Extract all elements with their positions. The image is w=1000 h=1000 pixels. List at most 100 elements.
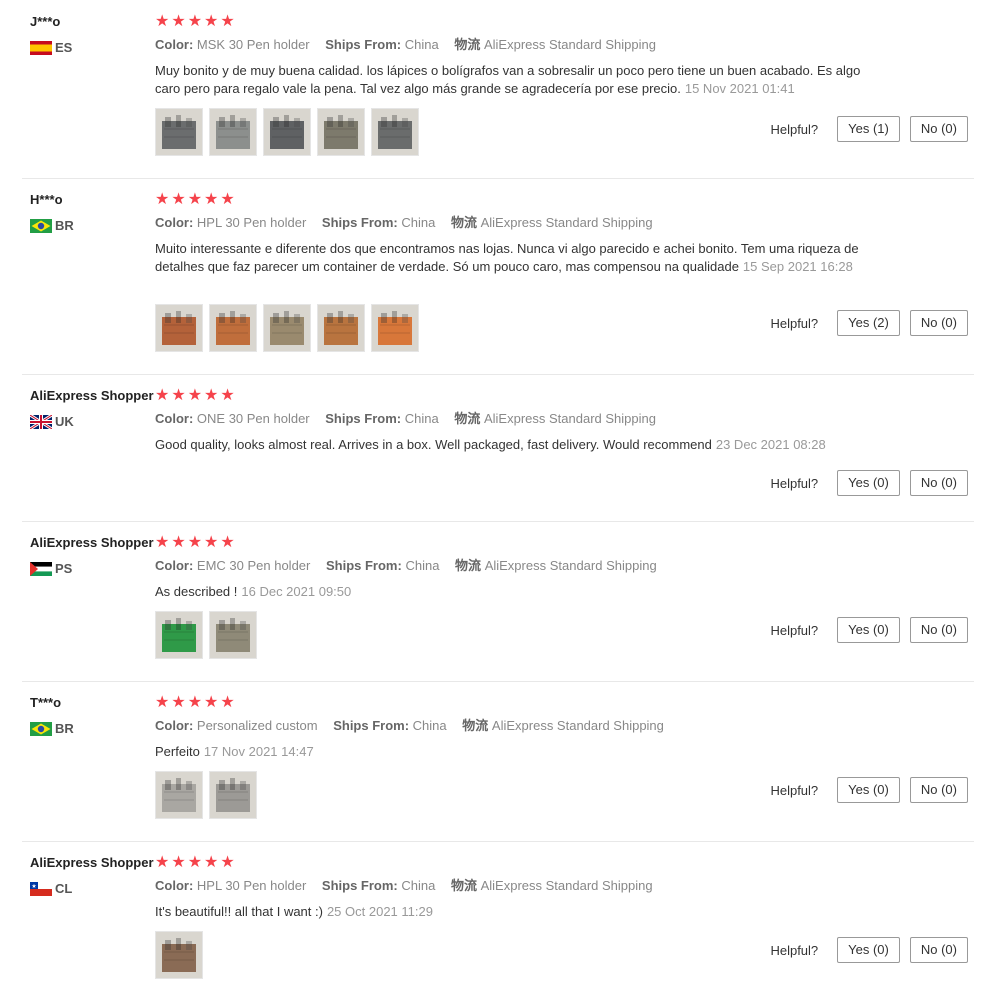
reviewer-name: AliExpress Shopper — [30, 855, 154, 870]
color-label: Color: — [155, 718, 194, 733]
helpful-no-button[interactable]: No (0) — [909, 310, 968, 336]
helpful-yes-button[interactable]: Yes (2) — [837, 310, 900, 336]
review-photo[interactable] — [317, 304, 365, 352]
color-value: HPL 30 Pen holder — [196, 878, 307, 893]
helpful-yes-button[interactable]: Yes (0) — [837, 937, 900, 963]
country-flag-icon — [30, 561, 52, 576]
shipping-value: AliExpress Standard Shipping — [480, 215, 653, 230]
review-meta: Color: HPL 30 Pen holder Ships From: Chi… — [155, 215, 974, 231]
ships-from-value: China — [404, 37, 439, 52]
review-body: As described ! — [155, 584, 238, 599]
review-user: H***o BR — [30, 192, 155, 233]
helpful-vote: Helpful? Yes (0) No (0) — [770, 470, 968, 496]
color-value: HPL 30 Pen holder — [196, 215, 307, 230]
shipping-value: AliExpress Standard Shipping — [491, 718, 664, 733]
shipping-value: AliExpress Standard Shipping — [480, 878, 653, 893]
color-label: Color: — [155, 878, 194, 893]
country-flag-icon — [30, 881, 52, 896]
shipping-label: 物流 — [455, 558, 482, 573]
country-code: BR — [55, 218, 74, 233]
country-code: CL — [55, 881, 73, 896]
ships-from-label: Ships From: — [325, 411, 402, 426]
shipping-value: AliExpress Standard Shipping — [483, 411, 656, 426]
review-feedback: ★★★★★ Color: HPL 30 Pen holder Ships Fro… — [155, 191, 974, 352]
helpful-yes-button[interactable]: Yes (0) — [837, 777, 900, 803]
color-value: Personalized custom — [196, 718, 318, 733]
helpful-vote: Helpful? Yes (0) No (0) — [770, 617, 968, 643]
review-date: 25 Oct 2021 11:29 — [326, 904, 433, 919]
helpful-yes-button[interactable]: Yes (0) — [837, 617, 900, 643]
helpful-no-button[interactable]: No (0) — [909, 937, 968, 963]
ships-from-value: China — [412, 718, 447, 733]
star-rating: ★★★★★ — [155, 13, 237, 30]
review-photo[interactable] — [263, 108, 311, 156]
shipping-label: 物流 — [450, 878, 477, 893]
helpful-label: Helpful? — [770, 622, 819, 638]
reviewer-country: UK — [30, 414, 155, 429]
review-photo[interactable] — [155, 771, 203, 819]
reviewer-country: BR — [30, 218, 155, 233]
review-date: 16 Dec 2021 09:50 — [241, 584, 352, 599]
color-label: Color: — [155, 411, 194, 426]
review-user: AliExpress Shopper UK — [30, 388, 155, 429]
review-text: Perfeito 17 Nov 2021 14:47 — [155, 743, 875, 761]
review-photo[interactable] — [155, 611, 203, 659]
country-code: BR — [55, 721, 74, 736]
review-meta: Color: HPL 30 Pen holder Ships From: Chi… — [155, 878, 974, 894]
country-code: PS — [55, 561, 73, 576]
review-photos — [155, 771, 257, 819]
review-text: Good quality, looks almost real. Arrives… — [155, 436, 875, 454]
shipping-label: 物流 — [454, 37, 481, 52]
review-feedback: ★★★★★ Color: Personalized custom Ships F… — [155, 695, 974, 819]
review-photo[interactable] — [209, 304, 257, 352]
ships-from-value: China — [405, 558, 440, 573]
review-body: It's beautiful!! all that I want :) — [155, 904, 323, 919]
review-photo[interactable] — [155, 931, 203, 979]
review-photo[interactable] — [155, 108, 203, 156]
review-photo[interactable] — [317, 108, 365, 156]
review-date: 23 Dec 2021 08:28 — [715, 437, 826, 452]
review-meta: Color: EMC 30 Pen holder Ships From: Chi… — [155, 558, 974, 574]
review-user: J***o ES — [30, 14, 155, 55]
color-value: EMC 30 Pen holder — [196, 558, 311, 573]
star-rating: ★★★★★ — [155, 191, 237, 208]
review-photo[interactable] — [155, 304, 203, 352]
star-rating: ★★★★★ — [155, 854, 237, 871]
helpful-label: Helpful? — [770, 315, 819, 331]
review-date: 15 Sep 2021 16:28 — [742, 259, 853, 274]
review-photos — [155, 108, 419, 156]
helpful-no-button[interactable]: No (0) — [909, 777, 968, 803]
helpful-no-button[interactable]: No (0) — [909, 617, 968, 643]
ships-from-label: Ships From: — [321, 878, 398, 893]
review-item: AliExpress Shopper CL ★★★★★ Color: HPL 3… — [22, 855, 974, 995]
helpful-label: Helpful? — [770, 942, 819, 958]
review-feedback: ★★★★★ Color: EMC 30 Pen holder Ships Fro… — [155, 535, 974, 659]
helpful-vote: Helpful? Yes (1) No (0) — [770, 116, 968, 142]
helpful-no-button[interactable]: No (0) — [909, 116, 968, 142]
review-text: As described ! 16 Dec 2021 09:50 — [155, 583, 875, 601]
review-photo[interactable] — [209, 611, 257, 659]
review-photo[interactable] — [209, 771, 257, 819]
review-body: Good quality, looks almost real. Arrives… — [155, 437, 712, 452]
helpful-yes-button[interactable]: Yes (0) — [837, 470, 900, 496]
review-user: T***o BR — [30, 695, 155, 736]
ships-from-label: Ships From: — [321, 215, 398, 230]
country-flag-icon — [30, 721, 52, 736]
shipping-value: AliExpress Standard Shipping — [483, 37, 656, 52]
review-photo[interactable] — [263, 304, 311, 352]
review-feedback: ★★★★★ Color: HPL 30 Pen holder Ships Fro… — [155, 854, 974, 979]
reviewer-name: T***o — [30, 695, 62, 710]
review-meta: Color: Personalized custom Ships From: C… — [155, 718, 974, 734]
country-flag-icon — [30, 414, 52, 429]
helpful-no-button[interactable]: No (0) — [909, 470, 968, 496]
ships-from-value: China — [404, 411, 439, 426]
shipping-value: AliExpress Standard Shipping — [484, 558, 657, 573]
review-photo[interactable] — [209, 108, 257, 156]
review-photo[interactable] — [371, 304, 419, 352]
reviewer-country: PS — [30, 561, 155, 576]
ships-from-label: Ships From: — [333, 718, 410, 733]
review-photo[interactable] — [371, 108, 419, 156]
helpful-yes-button[interactable]: Yes (1) — [837, 116, 900, 142]
helpful-vote: Helpful? Yes (0) No (0) — [770, 937, 968, 963]
review-date: 15 Nov 2021 01:41 — [684, 81, 795, 96]
